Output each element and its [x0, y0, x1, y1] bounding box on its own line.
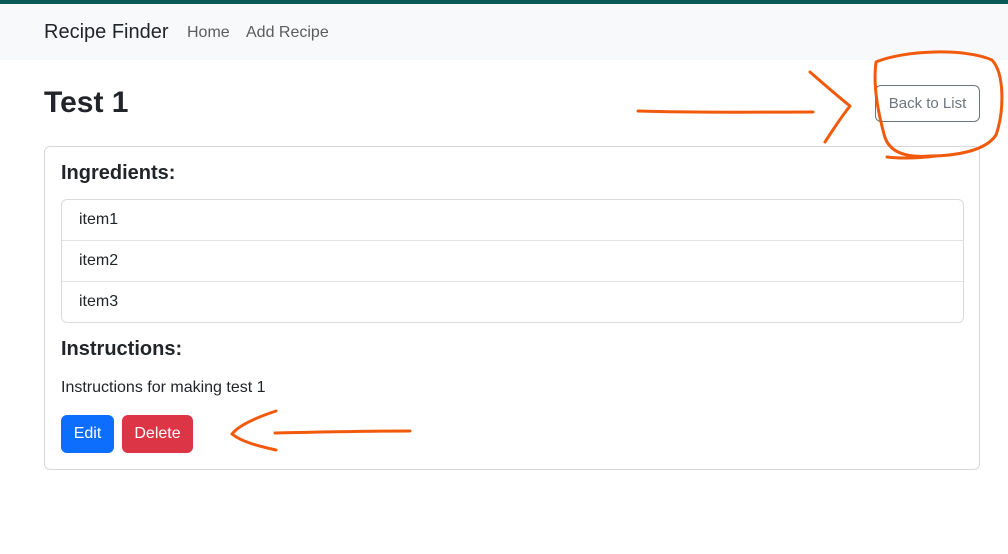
recipe-card: Ingredients: item1 item2 item3 Instructi…	[44, 146, 980, 470]
arrow-right-shaft	[636, 109, 815, 114]
instructions-text: Instructions for making test 1	[61, 379, 266, 396]
ingredient-item: item3	[79, 293, 119, 310]
page-title: Test 1	[44, 86, 129, 119]
ingredients-list: item1 item2 item3	[61, 199, 964, 323]
edit-button[interactable]: Edit	[61, 415, 114, 453]
navbar: Recipe Finder Home Add Recipe	[0, 4, 1008, 60]
ingredients-heading: Ingredients:	[61, 162, 176, 184]
delete-button[interactable]: Delete	[122, 415, 193, 453]
navbar-brand[interactable]: Recipe Finder	[44, 21, 169, 44]
arrow-right-head	[808, 70, 852, 144]
ingredient-item: item2	[62, 241, 963, 282]
instructions-heading: Instructions:	[61, 338, 183, 360]
nav-link-home[interactable]: Home	[187, 24, 230, 42]
nav-link-add-recipe[interactable]: Add Recipe	[246, 24, 329, 42]
back-to-list-button[interactable]: Back to List	[875, 85, 980, 122]
ingredient-item: item1	[62, 200, 963, 241]
